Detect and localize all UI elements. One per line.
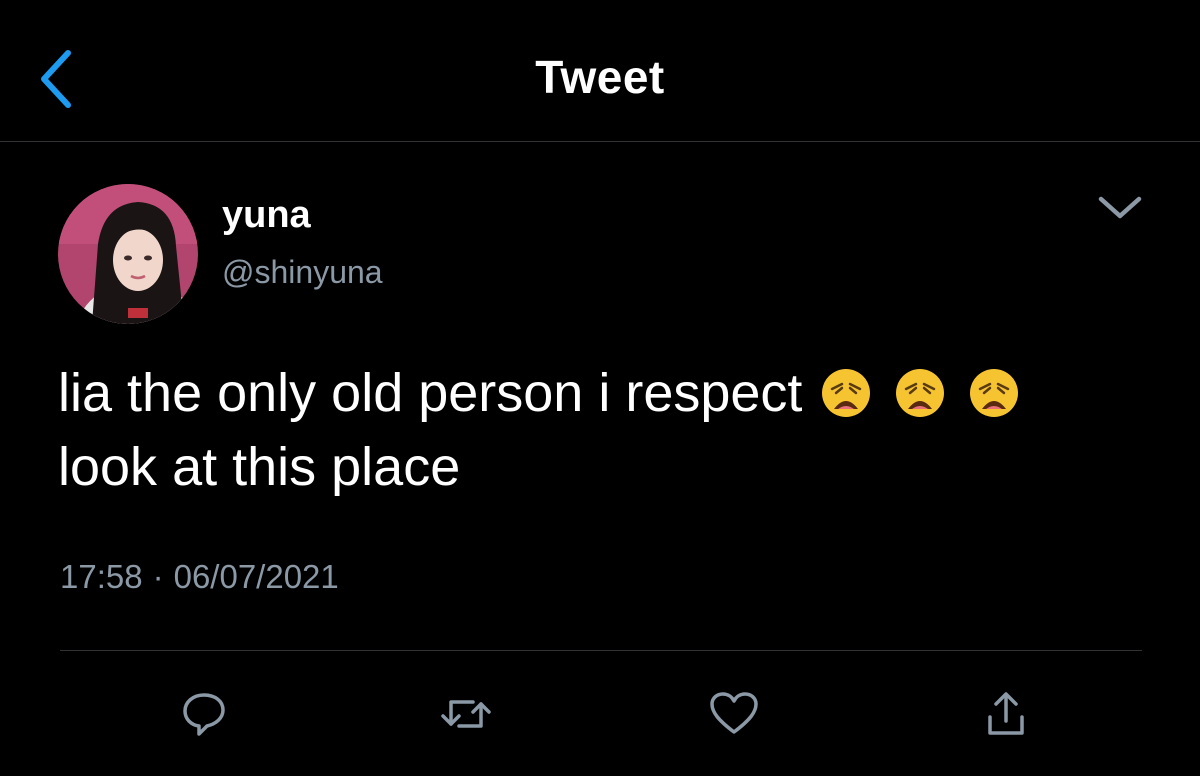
- share-button[interactable]: [974, 682, 1038, 746]
- tweet-time: 17:58: [60, 558, 143, 595]
- retweet-icon: [441, 700, 491, 728]
- chevron-down-icon: [1098, 196, 1142, 219]
- tweet-text: lia the only old person i respect look a…: [58, 356, 1158, 504]
- heart-icon: [710, 692, 758, 734]
- top-bar: Tweet: [0, 0, 1200, 142]
- reply-icon: [183, 693, 225, 736]
- avatar[interactable]: [58, 184, 198, 324]
- like-button[interactable]: [702, 682, 766, 746]
- page-title: Tweet: [535, 51, 665, 103]
- tweet-text-line-2: look at this place: [58, 437, 461, 497]
- reply-button[interactable]: [172, 682, 236, 746]
- tweet-timestamp: 17:58 · 06/07/2021: [60, 558, 339, 596]
- divider: [60, 650, 1142, 651]
- user-handle[interactable]: @shinyuna: [222, 254, 383, 291]
- share-icon: [988, 692, 1024, 735]
- meta-separator: ·: [152, 558, 164, 595]
- more-options-button[interactable]: [1092, 186, 1148, 230]
- emoji-group: [820, 367, 1020, 419]
- weary-face-emoji-icon: [970, 369, 1019, 417]
- tweet-text-line-1: lia the only old person i respect: [58, 363, 803, 423]
- weary-face-emoji-icon: [896, 369, 945, 417]
- weary-face-emoji-icon: [822, 369, 871, 417]
- display-name[interactable]: yuna: [222, 194, 311, 237]
- tweet-text-line: look at this place: [58, 430, 1158, 504]
- tweet-text-line: lia the only old person i respect: [58, 356, 1158, 430]
- tweet-date: 06/07/2021: [173, 558, 339, 595]
- retweet-button[interactable]: [434, 682, 498, 746]
